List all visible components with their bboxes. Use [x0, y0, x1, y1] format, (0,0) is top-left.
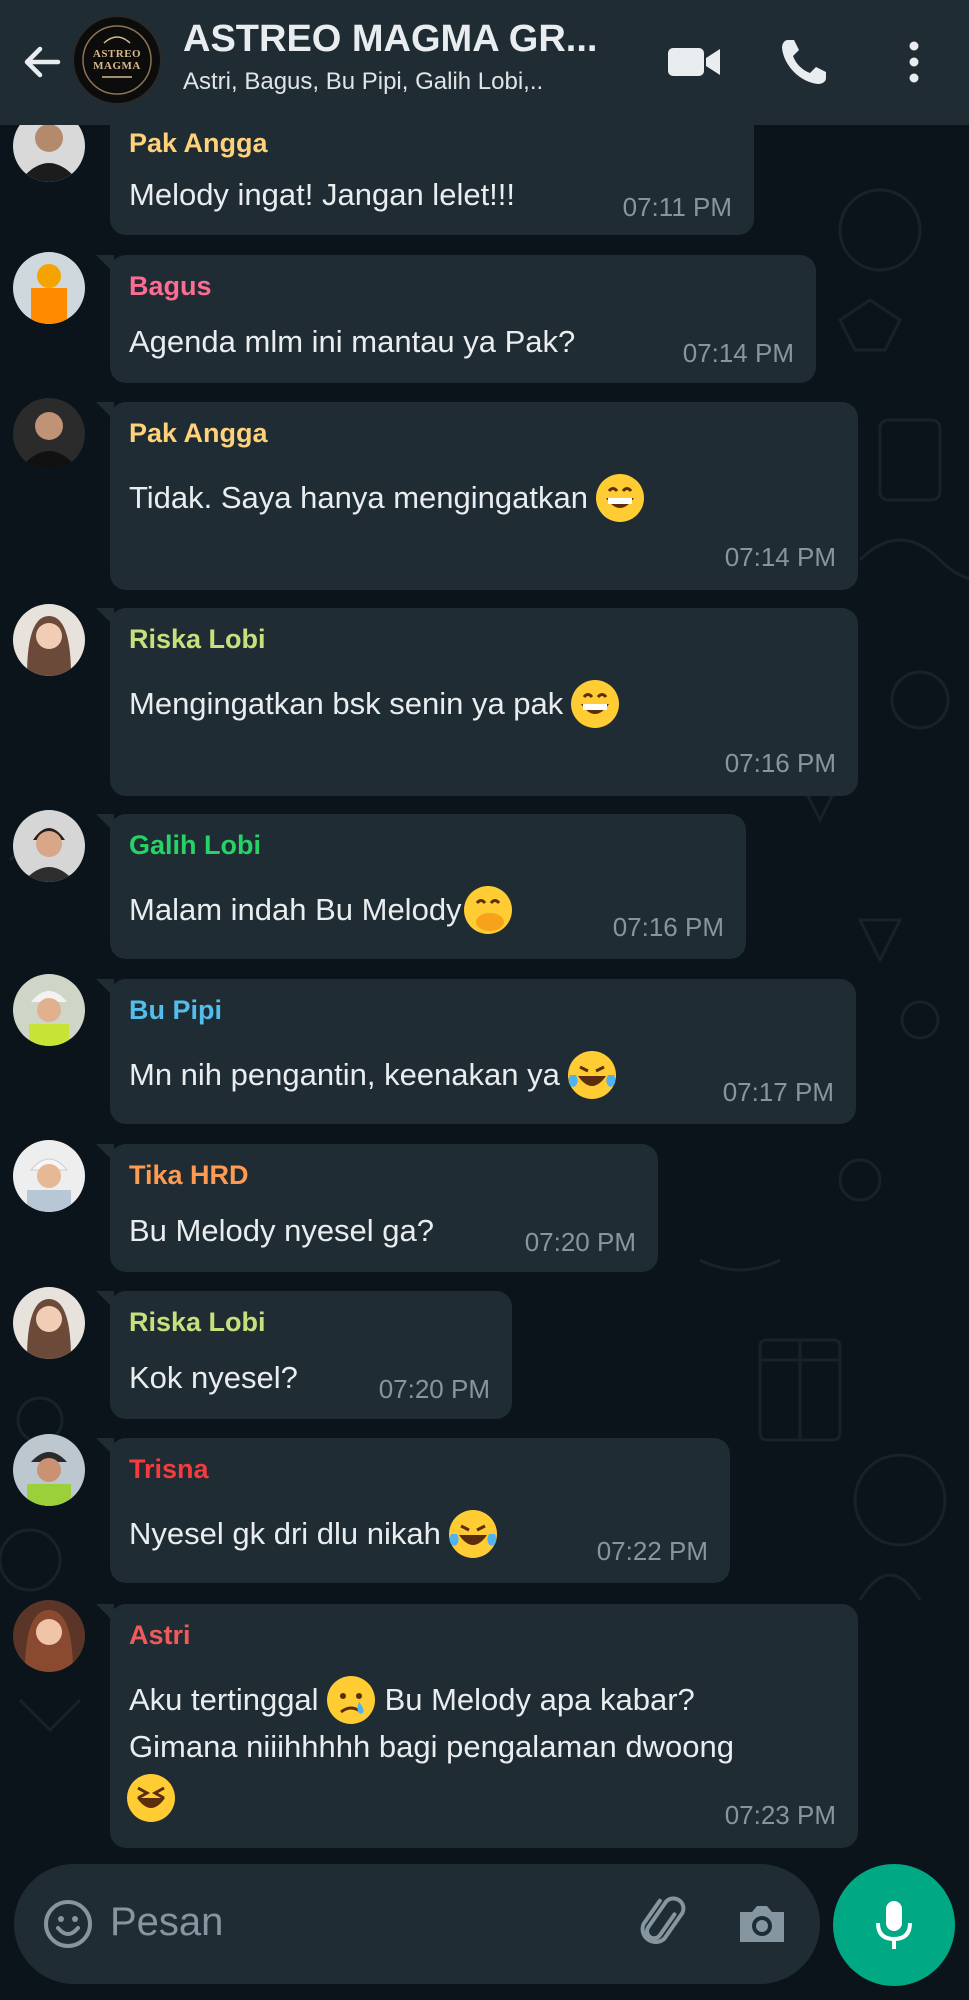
message-text: Mengingatkan bsk senin ya pak	[129, 680, 621, 732]
message-bubble[interactable]: Pak Angga Tidak. Saya hanya mengingatkan…	[96, 402, 858, 590]
message-time: 07:14 PM	[724, 542, 836, 572]
message-text-content: Mn nih pengantin, keenakan ya	[129, 1057, 560, 1093]
group-members[interactable]: Astri, Bagus, Bu Pipi, Galih Lobi,..	[183, 68, 623, 96]
message-sender: Pak Angga	[129, 418, 268, 448]
message-bubble[interactable]: Astri Aku tertinggal Bu Melody apa kabar?…	[96, 1604, 858, 1848]
avatar[interactable]	[13, 974, 85, 1046]
camera-icon[interactable]	[732, 1894, 792, 1954]
microphone-button[interactable]	[833, 1864, 955, 1986]
hand-over-mouth-icon	[463, 886, 512, 934]
message-text: Kok nyesel?	[129, 1360, 298, 1395]
message-bubble[interactable]: Galih Lobi Malam indah Bu Melody 07:16 P…	[96, 814, 746, 959]
message-time: 07:22 PM	[596, 1536, 708, 1566]
message-sender: Riska Lobi	[129, 624, 266, 654]
message-text-content: Aku tertinggal	[129, 1682, 319, 1718]
message-sender: Riska Lobi	[129, 1307, 266, 1337]
avatar[interactable]	[13, 1287, 85, 1359]
more-vertical-icon[interactable]	[884, 32, 944, 92]
message-text-content: Nyesel gk dri dlu nikah	[129, 1516, 441, 1552]
group-logo-text: ASTREO MAGMA	[92, 48, 142, 72]
message-input-bar[interactable]: Pesan	[14, 1864, 820, 1984]
message-time: 07:20 PM	[378, 1374, 490, 1404]
group-title[interactable]: ASTREO MAGMA GR...	[183, 18, 613, 61]
message-text-line2: Gimana niiihhhhh bagi pengalaman dwoong	[129, 1729, 734, 1764]
message-text: Nyesel gk dri dlu nikah	[129, 1510, 499, 1562]
video-camera-icon[interactable]	[664, 32, 724, 92]
message-text-content: Malam indah Bu Melody	[129, 892, 462, 928]
message-time: 07:11 PM	[622, 192, 732, 222]
avatar[interactable]	[13, 1140, 85, 1212]
avatar[interactable]	[13, 1600, 85, 1672]
message-input[interactable]: Pesan	[110, 1900, 223, 1945]
message-bubble[interactable]: Bagus Agenda mlm ini mantau ya Pak? 07:1…	[96, 255, 816, 383]
grinning-face-icon	[595, 474, 644, 522]
avatar[interactable]	[13, 1434, 85, 1506]
tears-of-joy-icon	[567, 1051, 616, 1099]
phone-icon[interactable]	[774, 32, 834, 92]
message-bubble[interactable]: Riska Lobi Mengingatkan bsk senin ya pak…	[96, 608, 858, 796]
message-time: 07:16 PM	[612, 912, 724, 942]
message-sender: Astri	[129, 1620, 191, 1650]
message-bubble[interactable]: Trisna Nyesel gk dri dlu nikah 07:22 PM	[96, 1438, 730, 1583]
message-time: 07:16 PM	[724, 748, 836, 778]
message-list[interactable]: Pak Angga Melody ingat! Jangan lelet!!! …	[0, 0, 969, 2000]
message-sender: Galih Lobi	[129, 830, 261, 860]
message-text: Melody ingat! Jangan lelet!!!	[129, 177, 516, 212]
grinning-face-icon	[571, 680, 620, 728]
message-emoji-line	[125, 1774, 177, 1826]
message-sender: Pak Angga	[129, 128, 268, 158]
message-text: Malam indah Bu Melody	[129, 886, 514, 938]
avatar[interactable]	[13, 252, 85, 324]
message-sender: Tika HRD	[129, 1160, 249, 1190]
message-time: 07:20 PM	[524, 1227, 636, 1257]
message-text-content: Mengingatkan bsk senin ya pak	[129, 686, 564, 722]
message-text-line1: Aku tertinggal Bu Melody apa kabar?	[129, 1676, 695, 1728]
group-avatar[interactable]: ASTREO MAGMA	[72, 15, 162, 105]
microphone-icon	[876, 1901, 912, 1949]
squinting-laugh-icon	[127, 1774, 175, 1822]
message-time: 07:14 PM	[682, 338, 794, 368]
message-time: 07:23 PM	[724, 1800, 836, 1830]
message-time: 07:17 PM	[722, 1077, 834, 1107]
message-bubble[interactable]: Riska Lobi Kok nyesel? 07:20 PM	[96, 1291, 512, 1419]
message-text: Agenda mlm ini mantau ya Pak?	[129, 324, 576, 359]
message-text-content: Tidak. Saya hanya mengingatkan	[129, 480, 588, 516]
arrow-left-icon[interactable]	[18, 38, 66, 86]
message-sender: Trisna	[129, 1454, 209, 1484]
message-text: Mn nih pengantin, keenakan ya	[129, 1051, 618, 1103]
message-sender: Bu Pipi	[129, 995, 222, 1025]
message-bubble[interactable]: Tika HRD Bu Melody nyesel ga? 07:20 PM	[96, 1144, 658, 1272]
message-text-content: Bu Melody apa kabar?	[384, 1682, 695, 1718]
avatar[interactable]	[13, 398, 85, 470]
paperclip-icon[interactable]	[636, 1894, 696, 1954]
crying-face-icon	[326, 1676, 375, 1724]
message-text: Bu Melody nyesel ga?	[129, 1213, 435, 1248]
smiley-icon[interactable]	[40, 1896, 96, 1952]
avatar[interactable]	[13, 810, 85, 882]
chat-header: ASTREO MAGMA ASTREO MAGMA GR... Astri, B…	[0, 0, 969, 125]
message-bubble[interactable]: Bu Pipi Mn nih pengantin, keenakan ya 07…	[96, 979, 856, 1124]
message-text: Tidak. Saya hanya mengingatkan	[129, 474, 646, 526]
tears-of-joy-icon	[448, 1510, 497, 1558]
message-sender: Bagus	[129, 271, 212, 301]
avatar[interactable]	[13, 604, 85, 676]
